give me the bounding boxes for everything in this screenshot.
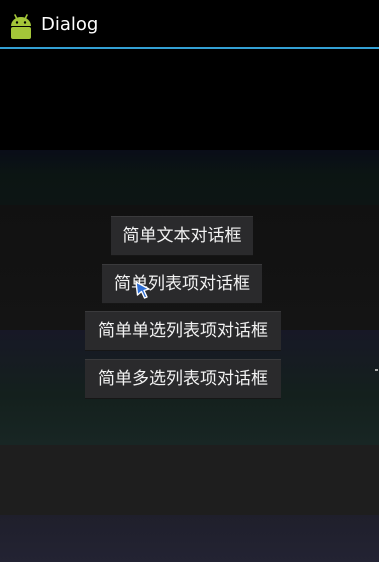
- action-bar-divider: [0, 47, 379, 49]
- action-bar: Dialog: [0, 0, 379, 47]
- app-title: Dialog: [41, 14, 99, 35]
- multi-choice-list-dialog-button[interactable]: 简单多选列表项对话框: [85, 359, 281, 399]
- single-choice-list-dialog-button[interactable]: 简单单选列表项对话框: [85, 311, 281, 351]
- simple-list-dialog-button[interactable]: 简单列表项对话框: [102, 264, 262, 304]
- hand-pointer-icon: [135, 281, 150, 299]
- scroll-indicator: [375, 369, 378, 371]
- android-robot-icon: [11, 14, 31, 39]
- simple-text-dialog-button[interactable]: 简单文本对话框: [111, 216, 253, 256]
- app-screen: Dialog 简单文本对话框 简单列表项对话框 简单单选列表项对话框 简单多选列…: [0, 0, 379, 562]
